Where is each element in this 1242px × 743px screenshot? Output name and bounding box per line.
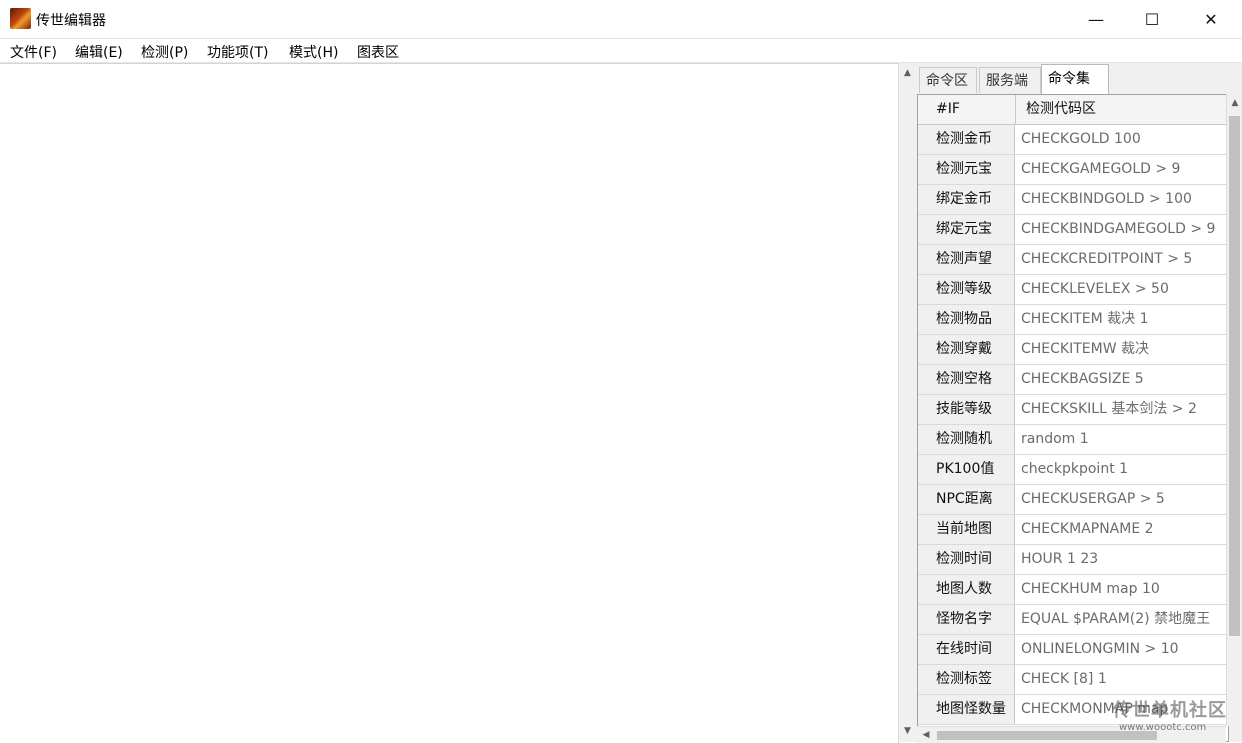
row-label[interactable]: 地图怪数量 — [918, 695, 1015, 724]
row-label[interactable]: 怪物名字 — [918, 605, 1015, 634]
row-code[interactable]: CHECKUSERGAP > 5 — [1016, 485, 1165, 514]
row-label[interactable]: 当前地图 — [918, 515, 1015, 544]
row-code[interactable]: CHECKSKILL 基本剑法 > 2 — [1016, 395, 1197, 424]
tab-command-area[interactable]: 命令区 — [919, 67, 977, 93]
row-label[interactable]: 检测标签 — [918, 665, 1015, 694]
table-row[interactable]: 检测穿戴 CHECKITEMW 裁决 — [918, 335, 1228, 365]
table-row[interactable]: 检测物品 CHECKITEM 裁决 1 — [918, 305, 1228, 335]
row-code[interactable]: CHECKBAGSIZE 5 — [1016, 365, 1144, 394]
row-label[interactable]: 检测穿戴 — [918, 335, 1015, 364]
script-editor[interactable] — [0, 63, 899, 743]
table-row[interactable]: 检测金币 CHECKGOLD 100 — [918, 125, 1228, 155]
row-label[interactable]: 检测元宝 — [918, 155, 1015, 184]
grid-header: #IF 检测代码区 — [918, 95, 1228, 125]
row-code[interactable]: CHECKITEM 裁决 1 — [1016, 305, 1149, 334]
row-label[interactable]: 检测随机 — [918, 425, 1015, 454]
table-row[interactable]: PK100值 checkpkpoint 1 — [918, 455, 1228, 485]
row-code[interactable]: CHECKBINDGOLD > 100 — [1016, 185, 1192, 214]
menu-chart-area[interactable]: 图表区 — [357, 42, 399, 62]
table-row[interactable]: 地图怪数量 CHECKMONMAP map — [918, 695, 1228, 725]
row-code[interactable]: ONLINELONGMIN > 10 — [1016, 635, 1179, 664]
header-divider — [1015, 95, 1016, 124]
title-bar: 传世编辑器 — ☐ ✕ — [0, 0, 1242, 39]
table-row[interactable]: NPC距离 CHECKUSERGAP > 5 — [918, 485, 1228, 515]
menu-file[interactable]: 文件(F) — [10, 42, 57, 62]
row-label[interactable]: 绑定元宝 — [918, 215, 1015, 244]
row-code[interactable]: CHECKMAPNAME 2 — [1016, 515, 1154, 544]
header-if[interactable]: #IF — [936, 95, 960, 124]
scroll-thumb[interactable] — [1229, 116, 1240, 636]
scroll-thumb-horizontal[interactable] — [937, 731, 1157, 740]
menu-functions[interactable]: 功能项(T) — [207, 42, 268, 62]
table-row[interactable]: 怪物名字 EQUAL $PARAM(2) 禁地魔王 — [918, 605, 1228, 635]
row-label[interactable]: 检测时间 — [918, 545, 1015, 574]
maximize-button[interactable]: ☐ — [1123, 0, 1181, 38]
grid-vertical-scrollbar[interactable]: ▲ — [1226, 94, 1242, 726]
row-label[interactable]: 检测物品 — [918, 305, 1015, 334]
row-label[interactable]: 地图人数 — [918, 575, 1015, 604]
menu-check[interactable]: 检测(P) — [141, 42, 188, 62]
row-code[interactable]: checkpkpoint 1 — [1016, 455, 1128, 484]
row-label[interactable]: 检测金币 — [918, 125, 1015, 154]
table-row[interactable]: 检测时间 HOUR 1 23 — [918, 545, 1228, 575]
command-panel: 命令区 服务端 命令集 #IF 检测代码区 检测金币 CHECKGOLD 100 检… — [915, 63, 1242, 742]
app-flame-icon — [10, 8, 31, 29]
table-row[interactable]: 在线时间 ONLINELONGMIN > 10 — [918, 635, 1228, 665]
table-row[interactable]: 当前地图 CHECKMAPNAME 2 — [918, 515, 1228, 545]
row-code[interactable]: CHECKITEMW 裁决 — [1016, 335, 1149, 364]
row-code[interactable]: CHECKBINDGAMEGOLD > 9 — [1016, 215, 1215, 244]
row-code[interactable]: CHECKGOLD 100 — [1016, 125, 1141, 154]
grid-horizontal-scrollbar[interactable]: ◀ — [917, 726, 1226, 743]
row-label[interactable]: 技能等级 — [918, 395, 1015, 424]
row-code[interactable]: random 1 — [1016, 425, 1089, 454]
command-grid: #IF 检测代码区 检测金币 CHECKGOLD 100 检测元宝 CHECKGAME… — [917, 94, 1229, 742]
tab-server[interactable]: 服务端 — [979, 67, 1041, 93]
row-code[interactable]: EQUAL $PARAM(2) 禁地魔王 — [1016, 605, 1210, 634]
scroll-up-icon[interactable]: ▲ — [1227, 96, 1242, 110]
row-label[interactable]: NPC距离 — [918, 485, 1015, 514]
scroll-down-icon[interactable]: ▼ — [899, 723, 916, 740]
table-row[interactable]: 技能等级 CHECKSKILL 基本剑法 > 2 — [918, 395, 1228, 425]
table-row[interactable]: 地图人数 CHECKHUM map 10 — [918, 575, 1228, 605]
menu-mode[interactable]: 模式(H) — [289, 42, 338, 62]
menu-edit[interactable]: 编辑(E) — [75, 42, 123, 62]
table-row[interactable]: 检测声望 CHECKCREDITPOINT > 5 — [918, 245, 1228, 275]
close-button[interactable]: ✕ — [1182, 0, 1240, 38]
table-row[interactable]: 绑定金币 CHECKBINDGOLD > 100 — [918, 185, 1228, 215]
row-code[interactable]: CHECKCREDITPOINT > 5 — [1016, 245, 1192, 274]
row-label[interactable]: 检测空格 — [918, 365, 1015, 394]
header-check-code[interactable]: 检测代码区 — [1026, 95, 1096, 124]
table-row[interactable]: 检测等级 CHECKLEVELEX > 50 — [918, 275, 1228, 305]
scroll-up-icon[interactable]: ▲ — [899, 65, 916, 82]
scroll-left-icon[interactable]: ◀ — [919, 727, 933, 743]
tab-command-set[interactable]: 命令集 — [1041, 64, 1109, 94]
row-code[interactable]: CHECKHUM map 10 — [1016, 575, 1160, 604]
row-code[interactable]: CHECKMONMAP map — [1016, 695, 1168, 724]
row-label[interactable]: PK100值 — [918, 455, 1015, 484]
editor-vertical-scrollbar[interactable]: ▲ ▼ — [898, 63, 916, 742]
row-label[interactable]: 检测声望 — [918, 245, 1015, 274]
row-label[interactable]: 绑定金币 — [918, 185, 1015, 214]
table-row[interactable]: 检测标签 CHECK [8] 1 — [918, 665, 1228, 695]
row-label[interactable]: 在线时间 — [918, 635, 1015, 664]
table-row[interactable]: 绑定元宝 CHECKBINDGAMEGOLD > 9 — [918, 215, 1228, 245]
row-code[interactable]: HOUR 1 23 — [1016, 545, 1098, 574]
table-row[interactable]: 检测空格 CHECKBAGSIZE 5 — [918, 365, 1228, 395]
menu-bar: 文件(F) 编辑(E) 检测(P) 功能项(T) 模式(H) 图表区 — [0, 39, 1242, 63]
row-label[interactable]: 检测等级 — [918, 275, 1015, 304]
row-code[interactable]: CHECKLEVELEX > 50 — [1016, 275, 1169, 304]
row-code[interactable]: CHECKGAMEGOLD > 9 — [1016, 155, 1180, 184]
window-title: 传世编辑器 — [36, 13, 106, 29]
minimize-button[interactable]: — — [1067, 0, 1125, 38]
table-row[interactable]: 检测随机 random 1 — [918, 425, 1228, 455]
table-row[interactable]: 检测元宝 CHECKGAMEGOLD > 9 — [918, 155, 1228, 185]
row-code[interactable]: CHECK [8] 1 — [1016, 665, 1107, 694]
